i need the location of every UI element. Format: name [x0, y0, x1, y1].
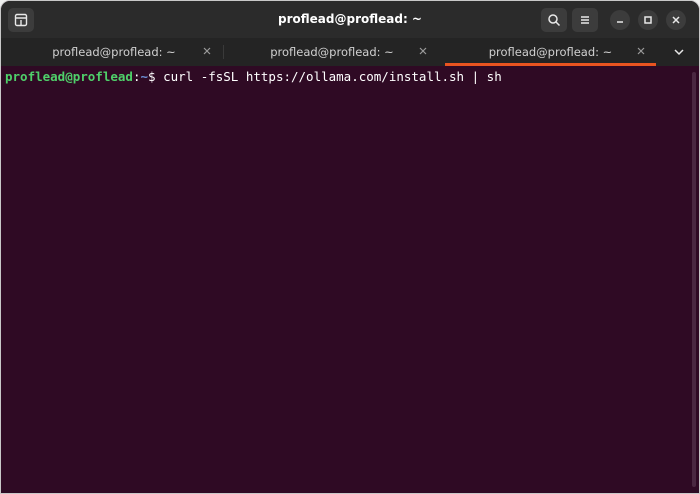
close-button[interactable]	[666, 10, 686, 30]
close-icon	[672, 16, 680, 24]
minimize-icon	[617, 21, 623, 23]
terminal-area[interactable]: proflead@proflead:~$ curl -fsSL https://…	[1, 66, 699, 493]
prompt-symbol: $	[148, 69, 164, 84]
command-line: proflead@proflead:~$ curl -fsSL https://…	[5, 69, 502, 84]
tab-2-label: proflead@proflead: ~	[270, 45, 394, 59]
tab-bar: proflead@proflead: ~ proflead@proflead: …	[1, 38, 699, 66]
minimize-button[interactable]	[610, 10, 630, 30]
tab-1[interactable]: proflead@proflead: ~	[9, 38, 219, 66]
tab-3-label: proflead@proflead: ~	[488, 45, 613, 59]
maximize-icon	[644, 16, 652, 24]
tab-3-close-icon[interactable]	[636, 46, 646, 56]
tab-1-label: proflead@proflead: ~	[52, 45, 176, 59]
menu-button[interactable]	[572, 8, 598, 32]
title-bar[interactable]: proflead@proflead: ~	[1, 1, 699, 38]
tab-separator	[223, 45, 224, 59]
tab-2-close-icon[interactable]	[418, 46, 428, 56]
scrollbar[interactable]	[692, 72, 696, 487]
prompt-path: ~	[140, 69, 148, 84]
tab-1-close-icon[interactable]	[202, 46, 212, 56]
maximize-button[interactable]	[638, 10, 658, 30]
command-text: curl -fsSL https://ollama.com/install.sh…	[163, 69, 502, 84]
tab-3-active[interactable]: proflead@proflead: ~	[445, 38, 656, 66]
search-icon	[548, 14, 561, 27]
hamburger-menu-icon	[581, 16, 589, 24]
terminal-window: proflead@proflead: ~ proflead@proflead: …	[0, 0, 700, 494]
tab-2[interactable]: proflead@proflead: ~	[227, 38, 437, 66]
prompt-user: proflead@proflead	[5, 69, 133, 84]
chevron-down-icon[interactable]	[673, 46, 685, 58]
search-button[interactable]	[541, 8, 567, 32]
